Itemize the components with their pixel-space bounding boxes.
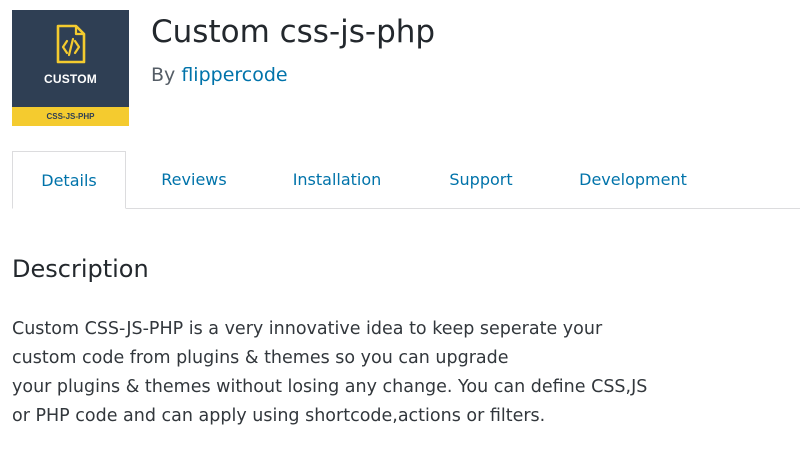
plugin-icon: CUSTOM CSS-JS-PHP — [12, 10, 129, 126]
plugin-page: CUSTOM CSS-JS-PHP Custom css-js-php By f… — [0, 0, 800, 458]
description-heading: Description — [12, 255, 149, 283]
byline: By flippercode — [151, 64, 288, 86]
tab-reviews[interactable]: Reviews — [148, 151, 240, 208]
description-line: Custom CSS-JS-PHP is a very innovative i… — [12, 319, 603, 339]
description-line: or PHP code and can apply using shortcod… — [12, 406, 546, 426]
icon-band: CSS-JS-PHP — [12, 107, 129, 126]
tab-installation[interactable]: Installation — [282, 151, 392, 208]
author-link[interactable]: flippercode — [181, 64, 287, 86]
plugin-title: Custom css-js-php — [151, 14, 436, 50]
plugin-tabs: Details Reviews Installation Support Dev… — [12, 151, 800, 209]
tab-support[interactable]: Support — [436, 151, 526, 208]
tab-details[interactable]: Details — [12, 151, 126, 209]
description-text: Custom CSS-JS-PHP is a very innovative i… — [12, 315, 792, 431]
byline-prefix: By — [151, 64, 176, 86]
description-line: your plugins & themes without losing any… — [12, 377, 648, 397]
icon-word: CUSTOM — [44, 72, 97, 86]
tab-development[interactable]: Development — [568, 151, 698, 208]
description-line: custom code from plugins & themes so you… — [12, 348, 509, 368]
code-document-icon — [56, 24, 86, 64]
